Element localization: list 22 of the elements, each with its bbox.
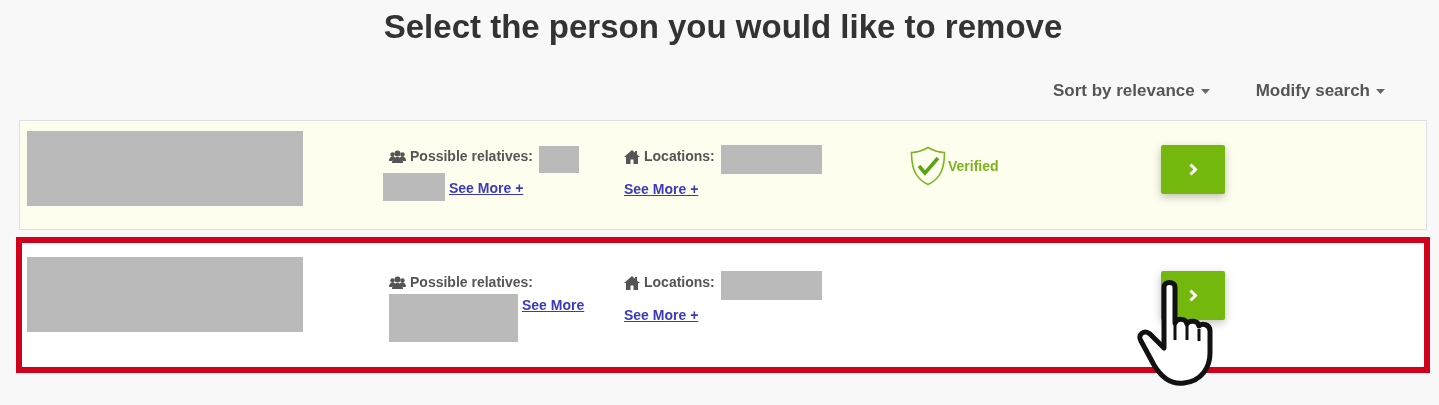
see-more-link[interactable]: See More +	[449, 180, 524, 196]
chevron-right-icon	[1188, 289, 1198, 302]
relatives-label: Possible relatives:	[410, 274, 533, 290]
chevron-right-icon	[1188, 163, 1198, 176]
sort-dropdown[interactable]: Sort by relevance	[1052, 80, 1210, 102]
people-icon	[389, 150, 406, 163]
caret-icon	[1200, 88, 1210, 94]
caret-icon	[1376, 88, 1385, 94]
verified-label: Verified	[948, 158, 999, 174]
redaction-block	[383, 173, 445, 201]
see-more-link[interactable]: See More	[522, 297, 585, 313]
relatives-label: Possible relatives:	[410, 148, 533, 164]
redaction-block	[538, 146, 579, 173]
home-icon	[624, 276, 640, 290]
modify-search-dropdown[interactable]: Modify search	[1255, 80, 1385, 102]
see-more-link[interactable]: See More +	[624, 181, 699, 197]
home-icon	[624, 150, 640, 164]
people-icon	[389, 276, 406, 289]
locations-label: Locations:	[644, 148, 715, 164]
see-more-link[interactable]: See More +	[624, 307, 699, 323]
locations-label: Locations:	[644, 274, 715, 290]
page-title: Select the person you would like to remove	[382, 7, 1064, 47]
